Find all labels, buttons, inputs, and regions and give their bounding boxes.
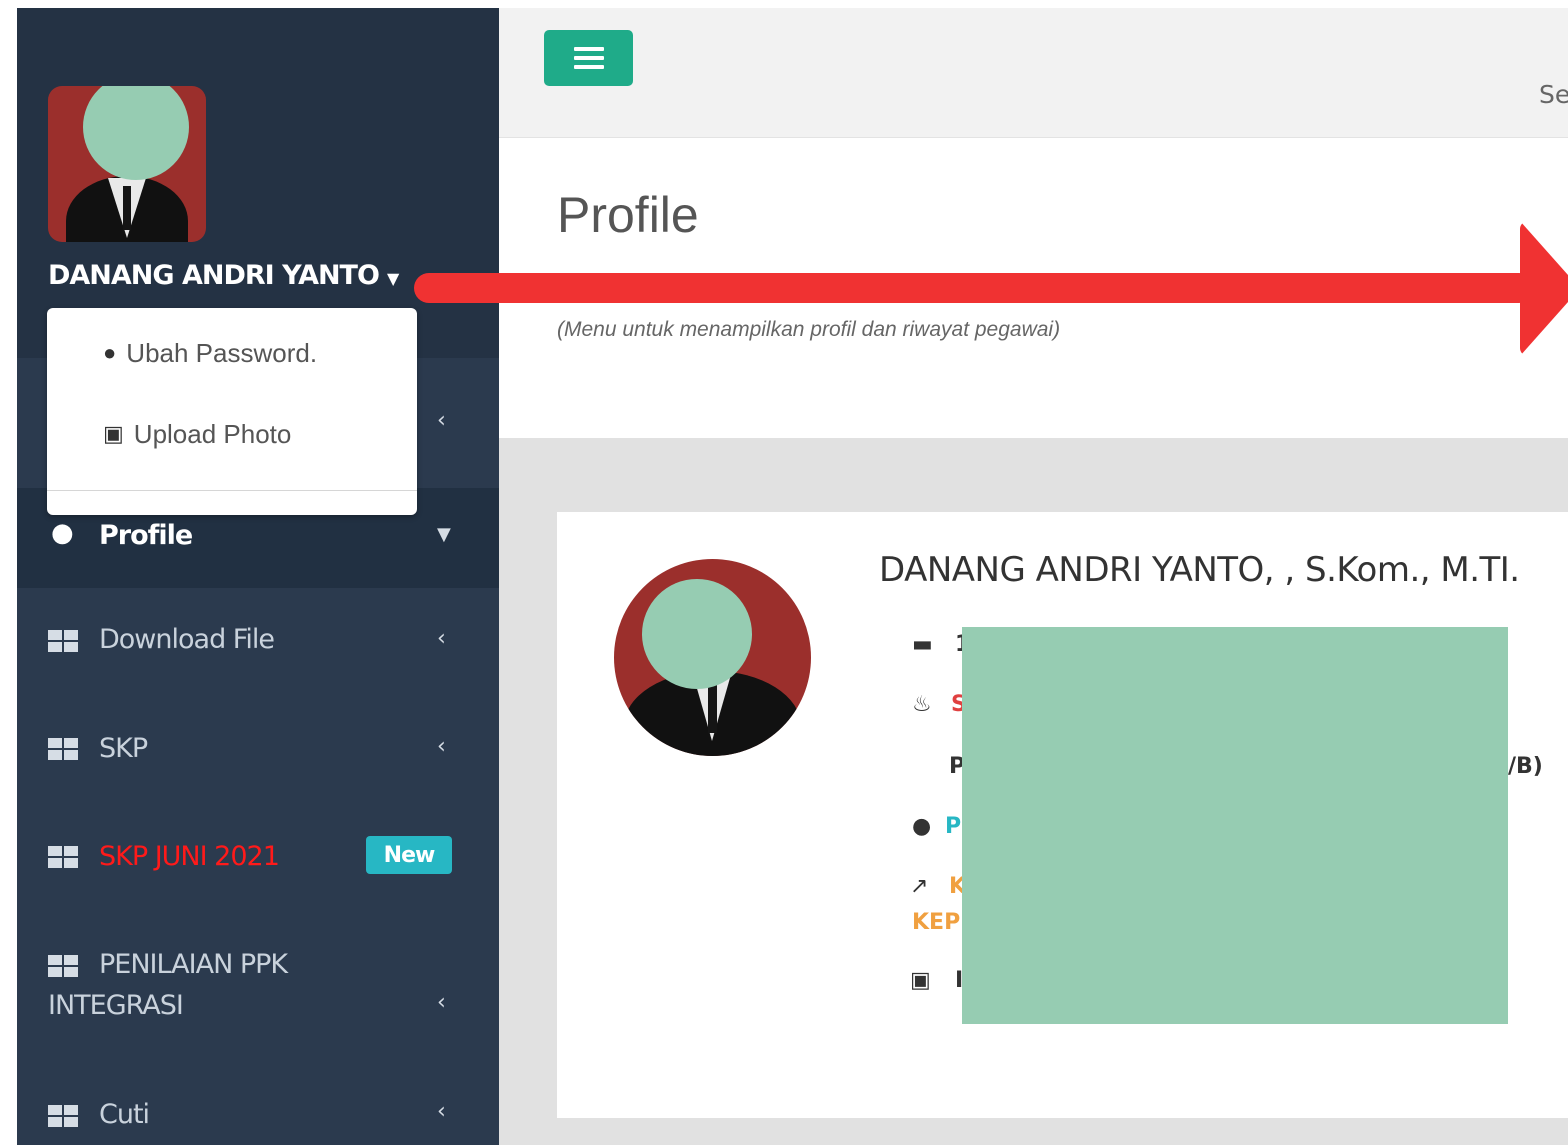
sidebar-item-download-file[interactable]: Download File ‹	[17, 588, 499, 698]
grid-icon	[48, 846, 78, 868]
upload-photo-item[interactable]: ▣ Upload Photo	[47, 404, 417, 464]
sidebar: DANANG ANDRI YANTO ▼ ‹ ● Profile ▼ Downlo…	[17, 8, 499, 1145]
chevron-left-icon: ‹	[437, 990, 446, 1015]
user-avatar[interactable]	[48, 86, 206, 242]
change-password-label: Ubah Password.	[126, 337, 318, 368]
user-icon: ●	[103, 340, 117, 365]
navbar-right-text[interactable]: Se	[1539, 80, 1568, 109]
main-content: Se Profile (Menu untuk menampilkan profi…	[499, 8, 1568, 1145]
page-subtitle: (Menu untuk menampilkan profil dan riway…	[557, 318, 1061, 341]
page-title: Profile	[557, 187, 699, 243]
grid-icon	[48, 738, 78, 760]
content-area: DANANG ANDRI YANTO, , S.Kom., M.TI. ▬ 1 …	[499, 438, 1568, 1145]
sidebar-item-label: SKP JUNI 2021	[99, 841, 280, 872]
change-password-item[interactable]: ● Ubah Password.	[47, 323, 417, 383]
sidebar-item-cuti[interactable]: Cuti ‹	[17, 1043, 499, 1145]
upload-photo-label: Upload Photo	[133, 418, 292, 449]
sidebar-item-label: SKP	[99, 733, 148, 764]
app-window: DANANG ANDRI YANTO ▼ ‹ ● Profile ▼ Downlo…	[17, 8, 1568, 1145]
info-rank-suffix: /B)	[1508, 754, 1543, 779]
hamburger-icon	[573, 47, 604, 51]
caret-down-icon: ▼	[386, 269, 399, 288]
dropdown-divider	[47, 490, 417, 491]
profile-full-name: DANANG ANDRI YANTO, , S.Kom., M.TI.	[879, 550, 1520, 590]
chevron-left-icon: ‹	[437, 408, 446, 433]
file-image-icon: ▣	[103, 421, 124, 446]
profile-card: DANANG ANDRI YANTO, , S.Kom., M.TI. ▬ 1 …	[557, 512, 1568, 1118]
sidebar-item-label-line1: PENILAIAN PPK	[99, 949, 288, 980]
chevron-left-icon: ‹	[437, 626, 446, 651]
chevron-left-icon: ‹	[437, 734, 446, 759]
sidebar-item-penilaian-ppk[interactable]: PENILAIAN PPK INTEGRASI ‹	[17, 913, 499, 1043]
map-marker-icon: ●	[912, 814, 932, 839]
grid-icon	[48, 955, 78, 977]
birthday-cake-icon: ♨	[912, 692, 932, 717]
sidebar-item-label: Profile	[99, 520, 193, 551]
id-card-icon: ▬	[912, 632, 933, 657]
sidebar-item-label: Cuti	[99, 1099, 150, 1130]
user-dropdown-menu: ● Ubah Password. ▣ Upload Photo	[47, 308, 417, 515]
face-redaction	[83, 86, 189, 180]
avatar-tie	[123, 186, 131, 230]
new-badge: New	[366, 836, 452, 874]
user-icon: ●	[51, 518, 74, 548]
sidebar-item-label: Download File	[99, 624, 275, 655]
sidebar-item-skp-juni-2021[interactable]: SKP JUNI 2021 New	[17, 803, 499, 913]
user-panel: DANANG ANDRI YANTO ▼	[17, 8, 499, 358]
grid-icon	[48, 1105, 78, 1127]
redaction-block	[962, 627, 1508, 1024]
sidebar-item-skp[interactable]: SKP ‹	[17, 698, 499, 803]
annotation-arrow-line	[414, 273, 1534, 303]
sidebar-toggle-button[interactable]	[544, 30, 633, 86]
grid-icon	[48, 630, 78, 652]
user-name-label: DANANG ANDRI YANTO	[48, 260, 380, 291]
profile-photo	[614, 559, 811, 756]
chevron-left-icon: ‹	[437, 1099, 446, 1124]
info-position-line2: KEP	[912, 910, 961, 935]
user-menu-toggle[interactable]: DANANG ANDRI YANTO ▼	[48, 260, 399, 291]
chevron-down-icon: ▼	[437, 524, 451, 545]
chart-line-icon: ↗	[910, 874, 929, 899]
info-location: P	[945, 814, 962, 839]
money-bill-icon: ▣	[910, 968, 931, 993]
top-navbar: Se	[499, 8, 1568, 138]
sidebar-item-label-line2: INTEGRASI	[48, 990, 184, 1021]
face-redaction	[642, 579, 752, 689]
